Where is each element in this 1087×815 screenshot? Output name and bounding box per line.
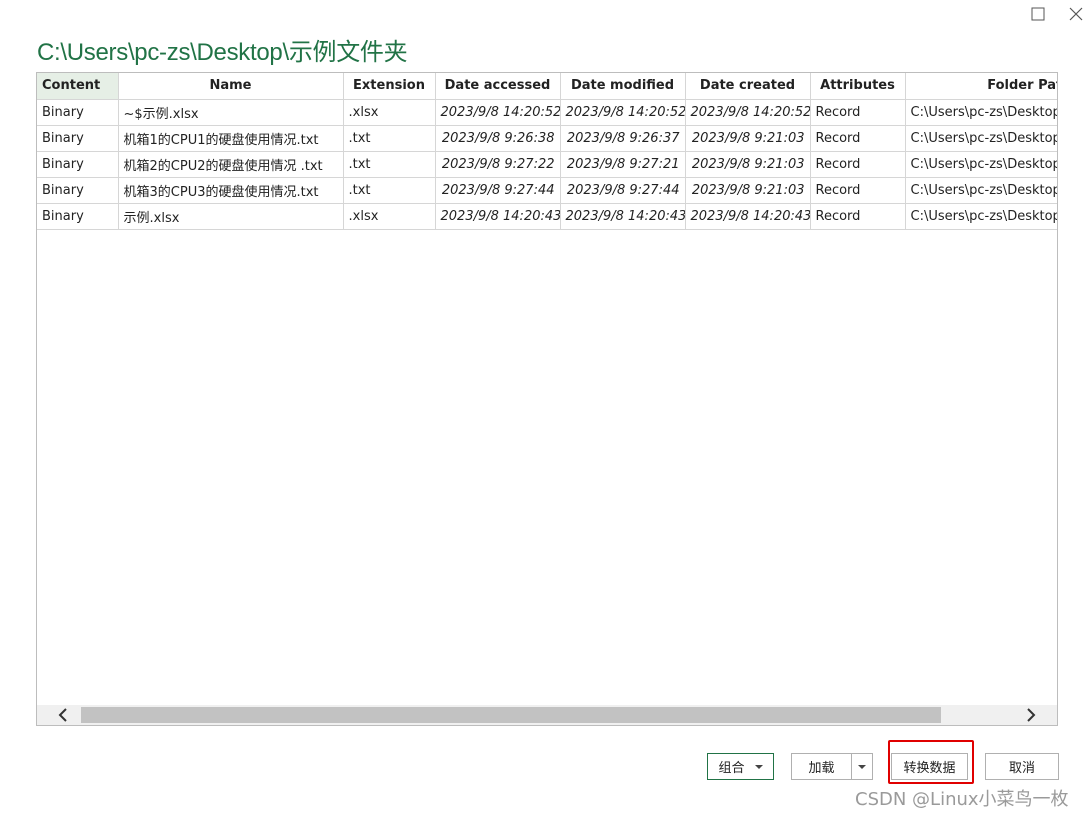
cell-name: 机箱1的CPU1的硬盘使用情况.txt <box>118 125 344 152</box>
cell-content[interactable]: Binary <box>37 203 119 230</box>
close-button[interactable] <box>1064 4 1087 24</box>
maximize-icon <box>1031 7 1045 21</box>
load-label: 加载 <box>808 761 835 776</box>
cell-extension: .txt <box>343 151 436 178</box>
scroll-right-button[interactable] <box>1021 707 1041 723</box>
cell-extension: .xlsx <box>343 203 436 230</box>
load-button[interactable]: 加载 <box>791 753 852 780</box>
cell-folder-path: C:\Users\pc-zs\Desktop\ <box>905 177 1057 204</box>
column-header-date-created[interactable]: Date created <box>685 73 811 100</box>
cell-date-modified: 2023/9/8 14:20:52 <box>560 99 686 126</box>
cell-date-modified: 2023/9/8 14:20:43 <box>560 203 686 230</box>
column-header-date-modified[interactable]: Date modified <box>560 73 686 100</box>
cell-date-created: 2023/9/8 9:21:03 <box>685 151 811 178</box>
cell-date-accessed: 2023/9/8 9:27:44 <box>435 177 561 204</box>
table-row: Binary ~$示例.xlsx .xlsx 2023/9/8 14:20:52… <box>37 99 1057 126</box>
cell-folder-path: C:\Users\pc-zs\Desktop\ <box>905 99 1057 126</box>
cell-date-created: 2023/9/8 14:20:43 <box>685 203 811 230</box>
cell-name: 机箱2的CPU2的硬盘使用情况 .txt <box>118 151 344 178</box>
cell-date-modified: 2023/9/8 9:27:44 <box>560 177 686 204</box>
cell-content[interactable]: Binary <box>37 177 119 204</box>
cell-attributes[interactable]: Record <box>810 99 906 126</box>
cell-date-created: 2023/9/8 9:21:03 <box>685 177 811 204</box>
caret-down-icon <box>754 764 763 769</box>
header-row: Content Name Extension Date accessed Dat… <box>37 73 1057 100</box>
load-dropdown-button[interactable] <box>851 753 873 780</box>
cell-name: ~$示例.xlsx <box>118 99 344 126</box>
cell-date-accessed: 2023/9/8 14:20:52 <box>435 99 561 126</box>
column-header-content[interactable]: Content <box>37 73 119 100</box>
scroll-thumb[interactable] <box>81 707 941 723</box>
cell-attributes[interactable]: Record <box>810 151 906 178</box>
cell-date-created: 2023/9/8 9:21:03 <box>685 125 811 152</box>
chevron-left-icon <box>58 708 67 722</box>
column-header-name[interactable]: Name <box>118 73 344 100</box>
combine-label: 组合 <box>718 761 745 776</box>
cell-content[interactable]: Binary <box>37 125 119 152</box>
cell-content[interactable]: Binary <box>37 151 119 178</box>
cell-date-accessed: 2023/9/8 9:27:22 <box>435 151 561 178</box>
combine-dropdown-button[interactable]: 组合 <box>707 753 774 780</box>
cell-extension: .txt <box>343 177 436 204</box>
cell-attributes[interactable]: Record <box>810 203 906 230</box>
column-header-extension[interactable]: Extension <box>343 73 436 100</box>
cancel-label: 取消 <box>1008 761 1035 776</box>
chevron-right-icon <box>1027 708 1036 722</box>
highlight-annotation <box>888 740 974 784</box>
cell-date-accessed: 2023/9/8 14:20:43 <box>435 203 561 230</box>
maximize-button[interactable] <box>1026 4 1050 24</box>
cell-attributes[interactable]: Record <box>810 125 906 152</box>
caret-down-icon <box>858 764 866 769</box>
horizontal-scrollbar[interactable] <box>37 705 1057 725</box>
cell-date-modified: 2023/9/8 9:27:21 <box>560 151 686 178</box>
cell-date-modified: 2023/9/8 9:26:37 <box>560 125 686 152</box>
table-row: Binary 机箱1的CPU1的硬盘使用情况.txt .txt 2023/9/8… <box>37 125 1057 152</box>
cell-extension: .txt <box>343 125 436 152</box>
table-row: Binary 示例.xlsx .xlsx 2023/9/8 14:20:43 2… <box>37 203 1057 230</box>
preview-grid: Content Name Extension Date accessed Dat… <box>36 72 1058 726</box>
cell-extension: .xlsx <box>343 99 436 126</box>
table-row: Binary 机箱3的CPU3的硬盘使用情况.txt .txt 2023/9/8… <box>37 177 1057 204</box>
cell-date-created: 2023/9/8 14:20:52 <box>685 99 811 126</box>
column-header-date-accessed[interactable]: Date accessed <box>435 73 561 100</box>
cell-name: 机箱3的CPU3的硬盘使用情况.txt <box>118 177 344 204</box>
watermark: CSDN @Linux小菜鸟一枚 <box>855 789 1069 810</box>
cell-date-accessed: 2023/9/8 9:26:38 <box>435 125 561 152</box>
scroll-left-button[interactable] <box>53 707 73 723</box>
file-table: Content Name Extension Date accessed Dat… <box>37 73 1057 230</box>
cell-folder-path: C:\Users\pc-zs\Desktop\ <box>905 125 1057 152</box>
dialog-title: C:\Users\pc-zs\Desktop\示例文件夹 <box>37 39 408 66</box>
cell-folder-path: C:\Users\pc-zs\Desktop\ <box>905 203 1057 230</box>
cancel-button[interactable]: 取消 <box>985 753 1059 780</box>
close-icon <box>1069 7 1083 21</box>
cell-content[interactable]: Binary <box>37 99 119 126</box>
cell-name: 示例.xlsx <box>118 203 344 230</box>
cell-folder-path: C:\Users\pc-zs\Desktop\ <box>905 151 1057 178</box>
column-header-folder-path[interactable]: Folder Path <box>905 73 1057 100</box>
table-row: Binary 机箱2的CPU2的硬盘使用情况 .txt .txt 2023/9/… <box>37 151 1057 178</box>
cell-attributes[interactable]: Record <box>810 177 906 204</box>
column-header-attributes[interactable]: Attributes <box>810 73 906 100</box>
